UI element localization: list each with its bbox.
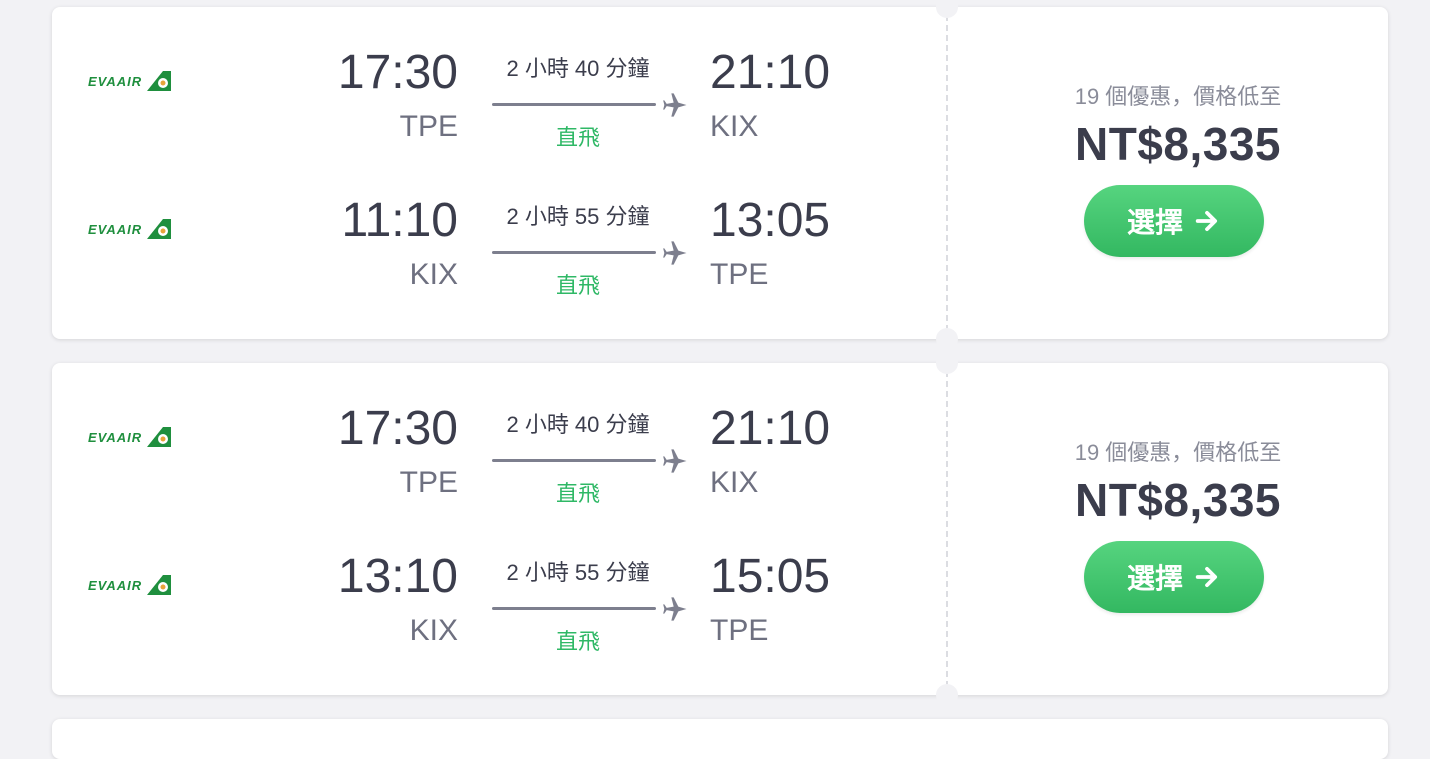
stops-label: 直飛 — [555, 629, 600, 654]
select-button-label: 選擇 — [1126, 207, 1183, 238]
arrival-airport: KIX — [710, 466, 759, 499]
stops-label: 直飛 — [555, 481, 600, 506]
flight-duration: 2 小時 55 分鐘 — [506, 560, 650, 585]
airplane-icon — [663, 449, 687, 473]
deals-count: 19 個優惠，價格低至 — [1074, 84, 1282, 109]
arrival-airport: KIX — [710, 110, 759, 143]
eva-air-logo-mark-icon — [147, 427, 172, 447]
arrival-time: 21:10 — [710, 402, 831, 455]
flight-result-card[interactable]: EVAAIR 17:30 TPE 2 小時 40 分鐘 直飛 21:10 KIX… — [52, 0, 1388, 350]
arrival-time: 21:10 — [710, 46, 831, 99]
route-line — [492, 459, 656, 462]
route-line — [492, 103, 656, 106]
price: NT$8,335 — [1074, 118, 1281, 170]
flight-duration: 2 小時 40 分鐘 — [506, 56, 650, 81]
eva-air-logo-mark-icon — [147, 219, 172, 239]
price-panel: 19 個優惠，價格低至 NT$8,335 選擇 — [948, 363, 1388, 695]
arrow-right-icon — [1195, 210, 1218, 232]
airline-logo: EVAAIR — [88, 213, 210, 245]
return-leg: EVAAIR 13:10 KIX 2 小時 55 分鐘 直飛 15:05 TPE — [52, 511, 946, 659]
deals-count: 19 個優惠，價格低至 — [1074, 440, 1282, 465]
airline-logo: EVAAIR — [88, 569, 210, 601]
airplane-icon — [663, 93, 687, 117]
select-button[interactable]: 選擇 — [1084, 185, 1264, 257]
departure-airport: TPE — [399, 466, 458, 499]
arrival-airport: TPE — [710, 614, 769, 647]
flight-result-card[interactable] — [52, 719, 1388, 759]
departure-airport: TPE — [399, 110, 458, 143]
stops-label: 直飛 — [555, 273, 600, 298]
arrival-airport: TPE — [710, 258, 769, 291]
flight-duration: 2 小時 55 分鐘 — [506, 204, 650, 229]
select-button-label: 選擇 — [1126, 563, 1183, 594]
arrow-right-icon — [1195, 566, 1218, 588]
outbound-leg: EVAAIR 17:30 TPE 2 小時 40 分鐘 直飛 21:10 KIX — [52, 7, 946, 155]
arrival-time: 15:05 — [710, 550, 831, 603]
price: NT$8,335 — [1074, 474, 1281, 526]
departure-time: 17:30 — [337, 402, 458, 455]
arrival-time: 13:05 — [710, 194, 831, 247]
stops-label: 直飛 — [555, 125, 600, 150]
price-panel: 19 個優惠，價格低至 NT$8,335 選擇 — [948, 7, 1388, 339]
departure-airport: KIX — [409, 258, 458, 291]
eva-air-logo-mark-icon — [147, 71, 172, 91]
airline-logo: EVAAIR — [88, 421, 210, 453]
route-line — [492, 607, 656, 610]
return-leg: EVAAIR 11:10 KIX 2 小時 55 分鐘 直飛 13:05 TPE — [52, 155, 946, 303]
airline-logo: EVAAIR — [88, 65, 210, 97]
flight-result-card[interactable]: EVAAIR 17:30 TPE 2 小時 40 分鐘 直飛 21:10 KIX… — [52, 352, 1388, 706]
departure-time: 11:10 — [341, 194, 458, 247]
departure-time: 17:30 — [337, 46, 458, 99]
flight-duration: 2 小時 40 分鐘 — [506, 412, 650, 437]
airplane-icon — [663, 241, 687, 265]
select-button[interactable]: 選擇 — [1084, 541, 1264, 613]
route-line — [492, 251, 656, 254]
airplane-icon — [663, 597, 687, 621]
departure-airport: KIX — [409, 614, 458, 647]
eva-air-logo-mark-icon — [147, 575, 172, 595]
departure-time: 13:10 — [337, 550, 458, 603]
outbound-leg: EVAAIR 17:30 TPE 2 小時 40 分鐘 直飛 21:10 KIX — [52, 363, 946, 511]
